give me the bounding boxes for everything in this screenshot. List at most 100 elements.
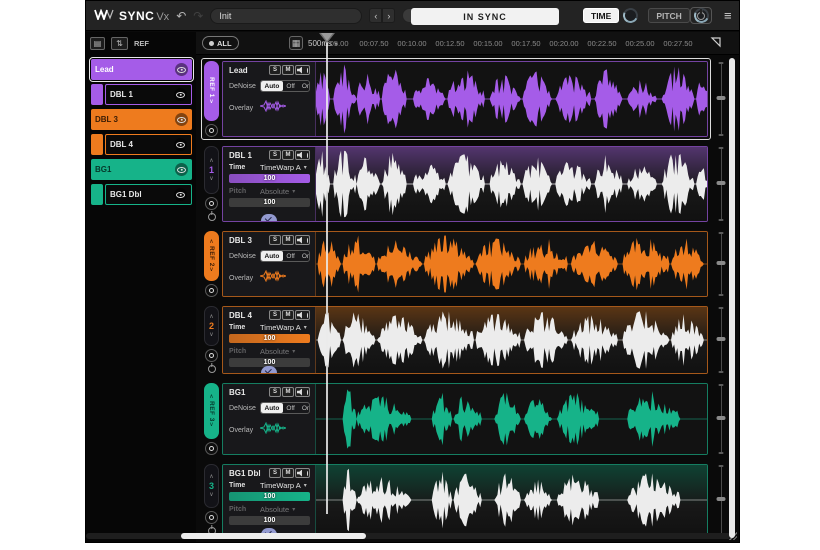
listen-speaker-icon[interactable] [295, 65, 310, 75]
track-chip-dbl-4[interactable]: DBL 4 [105, 134, 192, 155]
lane-gain-slider[interactable] [714, 228, 727, 300]
mute-button[interactable]: M [282, 150, 294, 160]
lane-gain-slider[interactable] [714, 58, 727, 140]
monitor-button[interactable] [205, 442, 218, 455]
slider-handle[interactable] [716, 261, 725, 266]
waveform-area[interactable] [316, 62, 707, 136]
next-preset-button[interactable]: › [382, 8, 396, 23]
denoise-option-auto[interactable]: Auto [261, 81, 283, 91]
track-list-icon[interactable]: ▤ [90, 37, 105, 50]
ref-strip-dbl-3[interactable]: ∧ REF 2 ∨ [204, 231, 219, 281]
chevron-down-icon[interactable]: ∨ [209, 99, 213, 105]
pitch-amount-slider[interactable]: 100 [229, 516, 310, 525]
time-amount-slider[interactable]: 100 [229, 174, 310, 183]
chevron-down-icon[interactable]: ∨ [209, 176, 213, 182]
slider-handle[interactable] [716, 337, 725, 342]
mute-button[interactable]: M [282, 468, 294, 478]
redo-icon[interactable]: ↷ [193, 10, 203, 22]
mute-button[interactable]: M [282, 235, 294, 245]
solo-button[interactable]: S [269, 65, 281, 75]
chevron-up-icon[interactable]: ∧ [209, 474, 213, 480]
overlay-wave-icon[interactable] [259, 269, 288, 287]
expand-handle[interactable] [261, 366, 277, 373]
pitch-amount-slider[interactable]: 100 [229, 198, 310, 207]
horizontal-scrollbar-track[interactable] [86, 533, 731, 539]
waveform-area[interactable] [316, 232, 707, 296]
ref-strip-lead[interactable]: REF 1 ∨ [204, 61, 219, 121]
group-strip-dbl-4[interactable]: ∧ 2 ∨ [204, 306, 219, 346]
listen-speaker-icon[interactable] [295, 387, 310, 397]
denoise-option-auto[interactable]: Auto [261, 251, 283, 261]
vertical-scrollbar[interactable] [729, 58, 735, 538]
chevron-down-icon[interactable]: ∨ [209, 492, 213, 498]
track-chip-dbl-1[interactable]: DBL 1 [105, 84, 192, 105]
chevron-down-icon[interactable]: ∨ [209, 422, 213, 428]
solo-button[interactable]: S [269, 150, 281, 160]
lane-power-icon[interactable] [207, 365, 216, 373]
time-mode-button[interactable]: TIME [583, 8, 620, 23]
waveform-area[interactable] [316, 384, 707, 454]
undo-icon[interactable]: ↶ [176, 10, 186, 22]
timewarp-select[interactable]: TimeWarp A ▾ [260, 163, 307, 172]
listen-speaker-icon[interactable] [295, 150, 310, 160]
chevron-up-icon[interactable]: ∧ [209, 158, 213, 164]
timewarp-select[interactable]: TimeWarp A ▾ [260, 323, 307, 332]
denoise-option-on[interactable]: On [298, 81, 309, 91]
monitor-button[interactable] [205, 284, 218, 297]
ref-sort-icon[interactable]: ⇅ [111, 37, 128, 50]
listen-speaker-icon[interactable] [295, 235, 310, 245]
expand-handle[interactable] [261, 214, 277, 221]
chevron-down-icon[interactable]: ∨ [209, 332, 213, 338]
slider-handle[interactable] [716, 496, 725, 501]
chevron-up-icon[interactable]: ∧ [209, 239, 213, 245]
playhead-marker[interactable] [319, 33, 335, 43]
overlay-wave-icon[interactable] [259, 99, 288, 117]
lane-gain-slider[interactable] [714, 461, 727, 539]
pitch-mode-select[interactable]: Absolute ▾ [260, 347, 295, 356]
monitor-button[interactable] [205, 349, 218, 362]
pitch-mode-select[interactable]: Absolute ▾ [260, 187, 295, 196]
preset-name-input[interactable] [210, 7, 363, 24]
all-tracks-button[interactable]: ALL [202, 36, 239, 50]
slider-handle[interactable] [716, 415, 725, 420]
pitch-mode-button[interactable]: PITCH [648, 8, 690, 23]
hamburger-menu-icon[interactable]: ≡ [724, 8, 732, 23]
monitor-button[interactable] [205, 511, 218, 524]
track-chip-bg1[interactable]: BG1 [91, 159, 192, 180]
eye-button[interactable] [175, 113, 188, 126]
denoise-option-off[interactable]: Off [283, 81, 299, 91]
mute-button[interactable]: M [282, 310, 294, 320]
track-chip-lead[interactable]: Lead [89, 57, 194, 82]
monitor-button[interactable] [205, 124, 218, 137]
lane-gain-slider[interactable] [714, 143, 727, 225]
waveform-area[interactable] [316, 465, 707, 535]
monitor-button[interactable] [205, 197, 218, 210]
lane-gain-slider[interactable] [714, 380, 727, 458]
chevron-up-icon[interactable]: ∧ [209, 394, 213, 400]
waveform-area[interactable] [316, 307, 707, 373]
slider-handle[interactable] [716, 180, 725, 185]
chevron-up-icon[interactable]: ∧ [209, 314, 213, 320]
denoise-option-on[interactable]: On [298, 403, 309, 413]
waveform-area[interactable] [316, 147, 707, 221]
prev-preset-button[interactable]: ‹ [369, 8, 383, 23]
timeline-ruler[interactable]: ALL ▦ 500ms ▾ 0:05.00 00:07.50 00:10.00 00:… [196, 32, 739, 55]
pitch-mode-select[interactable]: Absolute ▾ [260, 505, 295, 514]
eye-button[interactable] [174, 88, 187, 101]
timewarp-select[interactable]: TimeWarp A ▾ [260, 481, 307, 490]
denoise-option-off[interactable]: Off [283, 403, 299, 413]
track-chip-dbl-3[interactable]: DBL 3 [91, 109, 192, 130]
slider-handle[interactable] [716, 95, 725, 100]
horizontal-scrollbar-thumb[interactable] [181, 533, 366, 539]
group-strip-dbl-1[interactable]: ∧ 1 ∨ [204, 146, 219, 194]
denoise-option-on[interactable]: On [298, 251, 309, 261]
grid-snap-icon[interactable]: ▦ [289, 36, 303, 50]
eye-button[interactable] [174, 138, 187, 151]
time-amount-knob[interactable] [621, 5, 641, 26]
solo-button[interactable]: S [269, 468, 281, 478]
solo-button[interactable]: S [269, 387, 281, 397]
track-chip-bg1-dbl[interactable]: BG1 Dbl [105, 184, 192, 205]
solo-button[interactable]: S [269, 235, 281, 245]
lane-gain-slider[interactable] [714, 303, 727, 377]
loop-end-flag-icon[interactable] [710, 37, 721, 48]
